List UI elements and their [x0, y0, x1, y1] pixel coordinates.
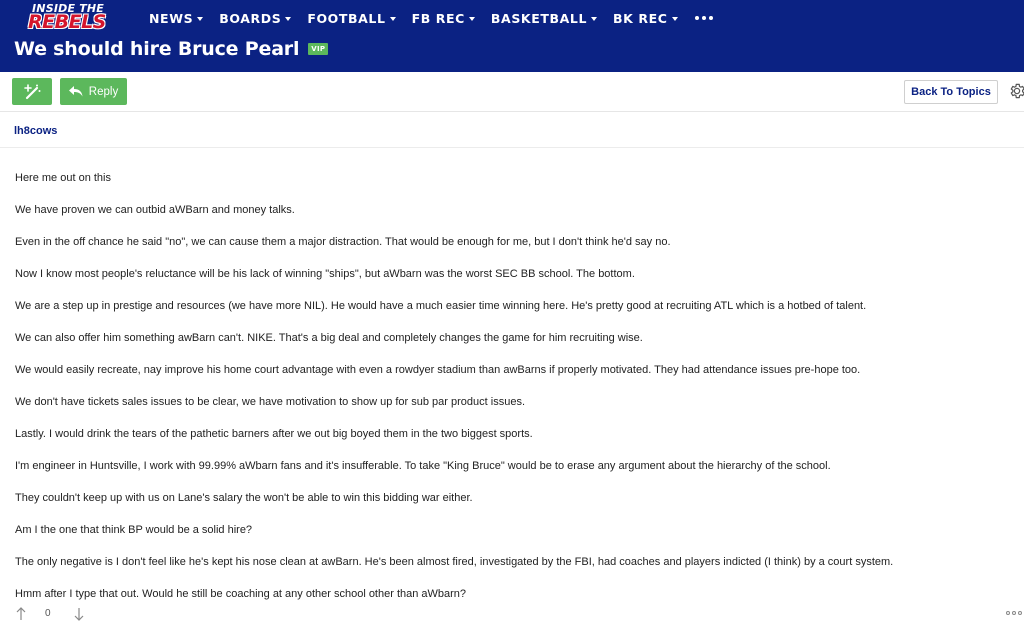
post-author-link[interactable]: lh8cows	[14, 125, 57, 137]
chevron-down-icon	[468, 16, 475, 21]
reply-button[interactable]: Reply	[60, 78, 127, 105]
site-header: INSIDE THE REBELS NEWS BOARDS FOOTBALL F…	[0, 0, 1024, 72]
nav-bk-rec[interactable]: BK REC	[613, 11, 678, 26]
arrow-up-icon[interactable]	[14, 606, 28, 622]
site-logo[interactable]: INSIDE THE REBELS	[28, 2, 110, 33]
chevron-down-icon	[285, 16, 292, 21]
post-paragraph: We don't have tickets sales issues to be…	[15, 396, 525, 408]
thread-title-row: We should hire Bruce Pearl VIP	[14, 38, 329, 60]
nav-bk-rec-label: BK REC	[613, 10, 668, 26]
post-paragraph: We have proven we can outbid aWBarn and …	[15, 204, 295, 216]
arrow-down-icon[interactable]	[72, 606, 86, 622]
post-paragraph: We are a step up in prestige and resourc…	[15, 300, 867, 312]
more-options-icon[interactable]	[1006, 611, 1022, 615]
reply-arrow-icon	[68, 86, 83, 97]
nav-news[interactable]: NEWS	[149, 10, 204, 26]
post-paragraph: The only negative is I don't feel like h…	[15, 556, 894, 568]
nav-fb-rec-label: FB REC	[411, 10, 465, 26]
reply-label: Reply	[88, 85, 119, 98]
nav-football-label: FOOTBALL	[307, 10, 386, 26]
post-paragraph: Hmm after I type that out. Would he stil…	[15, 588, 467, 600]
post-paragraph: Now I know most people's reluctance will…	[15, 268, 635, 280]
vip-badge: VIP	[308, 43, 329, 55]
logo-line-2: REBELS	[28, 11, 106, 33]
post-paragraph: We would easily recreate, nay improve hi…	[15, 364, 861, 376]
post-paragraph: Lastly. I would drink the tears of the p…	[15, 428, 533, 440]
chevron-down-icon	[671, 16, 678, 21]
post-paragraph: Am I the one that think BP would be a so…	[15, 524, 253, 536]
nav-news-label: NEWS	[149, 10, 194, 26]
thread-toolbar: Reply Back To Topics	[0, 72, 1024, 112]
nav-basketball-label: BASKETBALL	[490, 10, 588, 26]
chevron-down-icon	[197, 16, 204, 21]
post-paragraph: Here me out on this	[15, 172, 111, 184]
post-author-bar: lh8cows	[0, 112, 1024, 148]
chevron-down-icon	[591, 16, 598, 21]
nav-fb-rec[interactable]: FB REC	[412, 11, 475, 26]
new-post-button[interactable]	[12, 78, 52, 105]
main-nav: NEWS BOARDS FOOTBALL FB REC BASKETBALL B…	[149, 10, 713, 26]
post-footer: 0	[0, 606, 1024, 636]
post-paragraph: Even in the off chance he said "no", we …	[15, 236, 671, 248]
nav-basketball[interactable]: BASKETBALL	[490, 10, 598, 26]
magic-wand-icon	[24, 83, 41, 99]
vote-count: 0	[45, 608, 51, 619]
chevron-down-icon	[389, 16, 396, 21]
post-paragraph: We can also offer him something awBarn c…	[15, 332, 643, 344]
back-to-topics-button[interactable]: Back To Topics	[904, 80, 998, 104]
ellipsis-icon[interactable]	[694, 16, 713, 20]
nav-boards-label: BOARDS	[219, 10, 282, 26]
nav-football[interactable]: FOOTBALL	[307, 10, 396, 26]
post-paragraph: I'm engineer in Huntsville, I work with …	[15, 460, 831, 472]
post-paragraph: They couldn't keep up with us on Lane's …	[15, 492, 473, 504]
page-title: We should hire Bruce Pearl	[14, 38, 300, 60]
gear-icon[interactable]	[1008, 82, 1024, 100]
nav-boards[interactable]: BOARDS	[219, 10, 292, 26]
